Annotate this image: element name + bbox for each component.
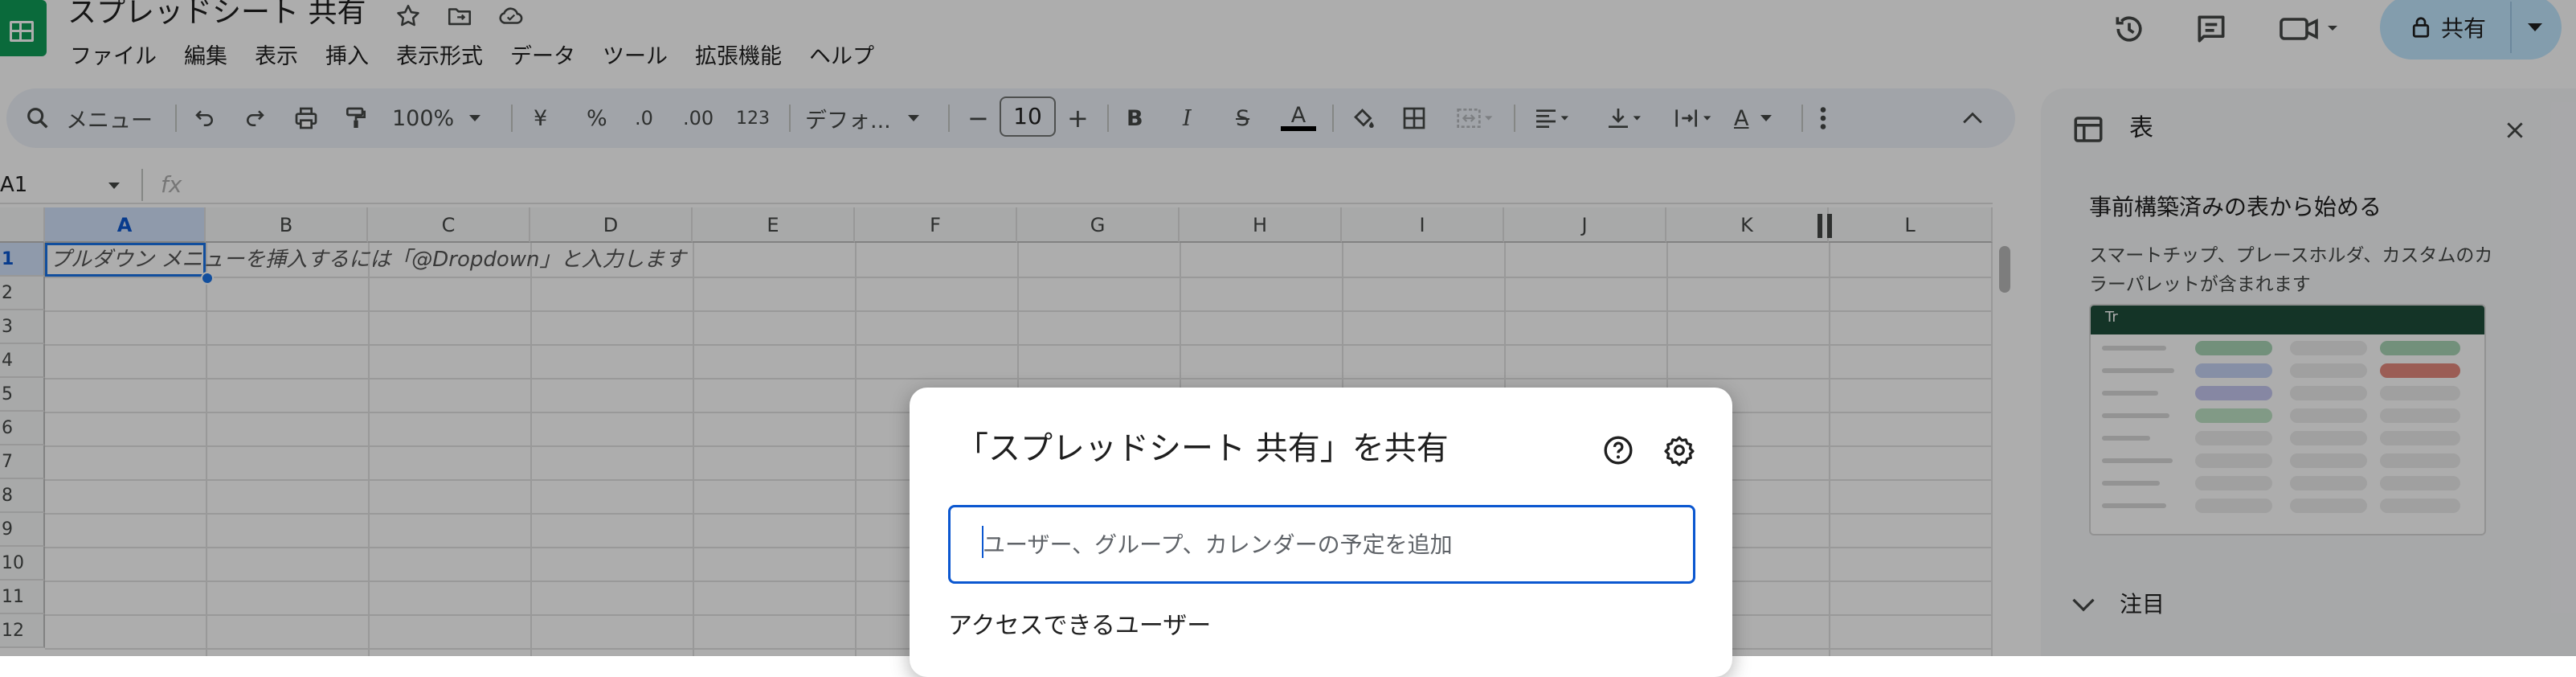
dialog-title: 「スプレッドシート 共有」を共有 (956, 430, 1449, 467)
add-people-input[interactable] (948, 505, 1695, 584)
access-heading: アクセスできるユーザー (948, 612, 1212, 640)
text-caret (982, 526, 983, 558)
help-icon[interactable] (1601, 433, 1636, 468)
share-dialog: 「スプレッドシート 共有」を共有 アクセスできるユーザー (910, 388, 1732, 677)
settings-icon[interactable] (1662, 433, 1697, 468)
